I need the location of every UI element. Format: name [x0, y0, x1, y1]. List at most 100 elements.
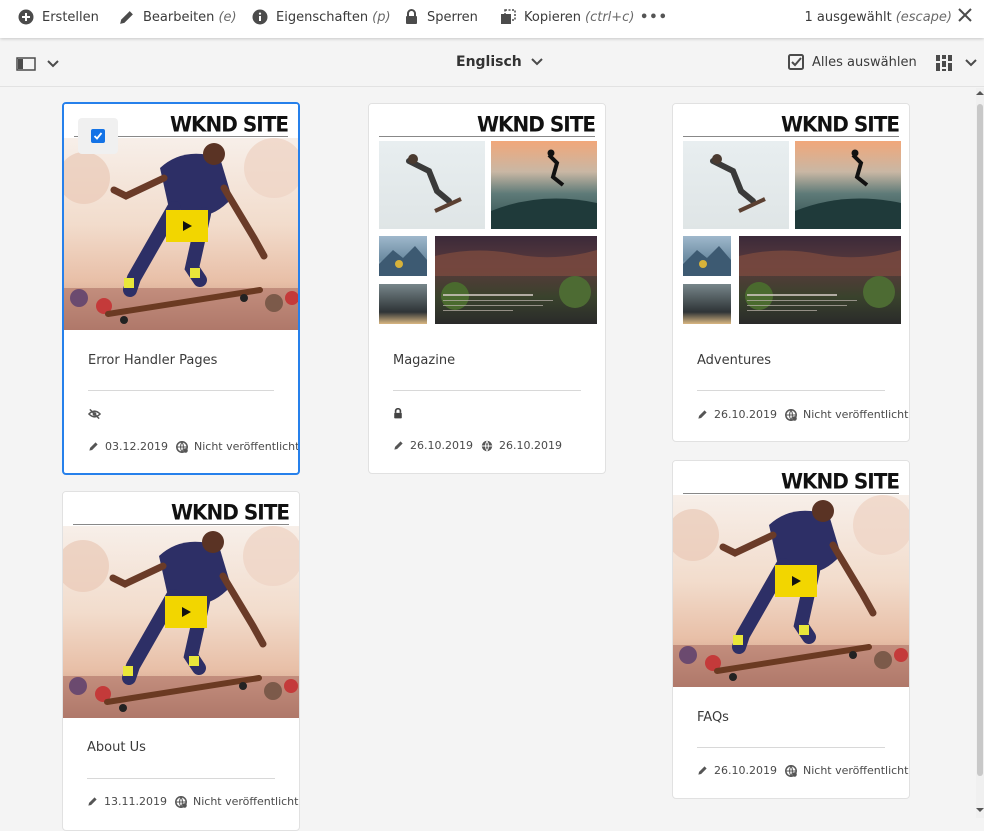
- selection-checkbox[interactable]: [78, 118, 118, 154]
- create-button[interactable]: Erstellen: [18, 0, 99, 34]
- brand-logo: WKND SITE: [780, 468, 900, 494]
- action-bar: Erstellen Bearbeiten (e) Eigenschaften (p)…: [0, 0, 984, 38]
- camping-feature-image: [435, 236, 597, 324]
- card-meta: 26.10.2019 Nicht veröffentlicht: [697, 764, 908, 777]
- scroll-down-arrow-icon[interactable]: [976, 806, 984, 814]
- checkmark-icon: [91, 129, 105, 143]
- divider: [697, 390, 885, 391]
- divider: [683, 493, 899, 494]
- divider: [88, 390, 274, 391]
- mountain-lake-image: [379, 236, 427, 276]
- more-button[interactable]: •••: [640, 0, 668, 34]
- copy-icon: [501, 9, 516, 24]
- rail-toggle-button[interactable]: [16, 56, 60, 72]
- edit-label: Bearbeiten: [143, 9, 215, 25]
- divider: [379, 136, 595, 137]
- skateboarder-image: [673, 495, 909, 687]
- copy-shortcut: (ctrl+c): [585, 9, 635, 25]
- pencil-icon: [89, 442, 98, 451]
- play-icon: [165, 596, 207, 628]
- divider: [393, 390, 581, 391]
- divider: [697, 747, 885, 748]
- page-card[interactable]: WKND SITE FAQs 26.10.2019 Nicht veröffen…: [672, 460, 910, 799]
- eye-off-icon: [88, 408, 101, 420]
- selection-count: 1 ausgewählt (escape): [805, 0, 952, 34]
- play-icon: [775, 565, 817, 597]
- language-selector[interactable]: Englisch: [456, 54, 544, 70]
- scroll-up-arrow-icon[interactable]: [976, 89, 984, 97]
- camping-feature-image: [739, 236, 901, 324]
- edit-shortcut: (e): [218, 9, 237, 25]
- page-card[interactable]: WKND SITE Magazine 26.10.2019 26.10.2019: [368, 103, 606, 474]
- card-title: FAQs: [697, 710, 729, 725]
- lock-button[interactable]: Sperren: [404, 0, 478, 34]
- create-label: Erstellen: [42, 9, 99, 25]
- play-icon: [166, 210, 208, 242]
- language-label: Englisch: [456, 54, 522, 70]
- card-title: Adventures: [697, 353, 772, 368]
- mountain-lake-image: [683, 236, 731, 276]
- dusk-landscape-image: [379, 284, 427, 324]
- properties-button[interactable]: Eigenschaften (p): [252, 0, 391, 34]
- card-view-icon: [936, 55, 952, 71]
- page-thumbnail: WKND SITE: [673, 104, 909, 330]
- page-card[interactable]: WKND SITE Adventures 26.10.2019 Nicht ve…: [672, 103, 910, 442]
- brand-logo: WKND SITE: [476, 111, 596, 137]
- card-meta: 26.10.2019 Nicht veröffentlicht: [697, 408, 908, 421]
- page-card[interactable]: WKND SITE Error Handler Pages 03.12.2019…: [62, 102, 300, 475]
- modified-date: 13.11.2019: [104, 795, 167, 808]
- card-meta: 03.12.2019 Nicht veröffentlicht: [88, 440, 300, 453]
- properties-shortcut: (p): [372, 9, 391, 25]
- card-title: Error Handler Pages: [88, 353, 218, 368]
- skateboarder-image: [63, 526, 299, 718]
- globe-unpublished-icon: [175, 795, 187, 808]
- brand-logo: WKND SITE: [169, 111, 289, 137]
- scrollbar-thumb[interactable]: [977, 104, 983, 776]
- lock-status: [393, 408, 409, 419]
- selection-label: 1 ausgewählt: [804, 9, 892, 25]
- copy-button[interactable]: Kopieren (ctrl+c): [500, 0, 634, 34]
- pencil-icon: [698, 410, 707, 419]
- rail-icon: [16, 57, 36, 71]
- info-icon: [252, 9, 268, 25]
- divider: [87, 778, 275, 779]
- publish-status: Nicht veröffentlicht: [193, 440, 300, 453]
- divider: [73, 524, 289, 525]
- edit-button[interactable]: Bearbeiten (e): [118, 0, 237, 34]
- published-date: 26.10.2019: [498, 439, 562, 452]
- add-circle-icon: [18, 9, 34, 25]
- brand-logo: WKND SITE: [780, 111, 900, 137]
- globe-unpublished-icon: [785, 408, 797, 421]
- select-all-button[interactable]: Alles auswählen: [788, 54, 917, 70]
- copy-label: Kopieren: [524, 9, 581, 25]
- card-meta: 13.11.2019 Nicht veröffentlicht: [87, 795, 298, 808]
- modified-date: 03.12.2019: [105, 440, 168, 453]
- page-card[interactable]: WKND SITE About Us 13.11.2019 Nicht verö…: [62, 491, 300, 831]
- pencil-icon: [394, 441, 403, 450]
- chevron-down-icon: [965, 59, 977, 67]
- selection-shortcut: (escape): [895, 9, 952, 25]
- skate-jump-image: [683, 141, 789, 229]
- skatepark-sunset-image: [795, 141, 901, 229]
- select-all-label: Alles auswählen: [812, 54, 917, 70]
- view-switcher[interactable]: [936, 55, 978, 71]
- page-thumbnail: WKND SITE: [673, 461, 909, 687]
- globe-published-icon: [481, 440, 493, 451]
- toolbar: Englisch Alles auswählen: [0, 40, 984, 87]
- hidden-status: [88, 408, 107, 420]
- lock-icon: [394, 408, 402, 419]
- lock-icon: [406, 9, 417, 24]
- publish-status: Nicht veröffentlicht: [802, 764, 909, 777]
- lock-label: Sperren: [427, 9, 478, 25]
- pencil-icon: [698, 766, 707, 775]
- close-icon[interactable]: [958, 8, 972, 22]
- modified-date: 26.10.2019: [714, 764, 777, 777]
- page-thumbnail: WKND SITE: [63, 492, 299, 718]
- page-thumbnail: WKND SITE: [369, 104, 605, 330]
- modified-date: 26.10.2019: [410, 439, 473, 452]
- card-title: About Us: [87, 740, 146, 755]
- modified-date: 26.10.2019: [714, 408, 777, 421]
- select-all-icon: [788, 54, 804, 70]
- card-meta: 26.10.2019 26.10.2019: [393, 439, 562, 452]
- pencil-icon: [88, 797, 97, 806]
